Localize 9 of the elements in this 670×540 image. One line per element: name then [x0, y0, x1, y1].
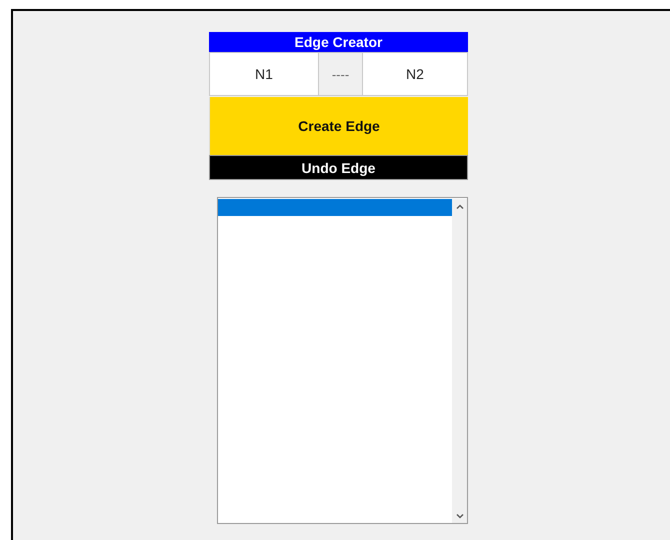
node-field[interactable]: N2 [362, 52, 468, 96]
scrollbar[interactable] [452, 199, 467, 523]
panel-title: Edge Creator [209, 32, 468, 52]
scroll-up-icon[interactable] [456, 204, 464, 209]
list-box[interactable] [217, 197, 468, 524]
create-edge-button[interactable]: Create Edge [209, 97, 468, 155]
scroll-down-icon[interactable] [456, 514, 464, 519]
node-field[interactable]: N1 [209, 52, 319, 96]
undo-edge-button[interactable]: Undo Edge [209, 155, 468, 180]
